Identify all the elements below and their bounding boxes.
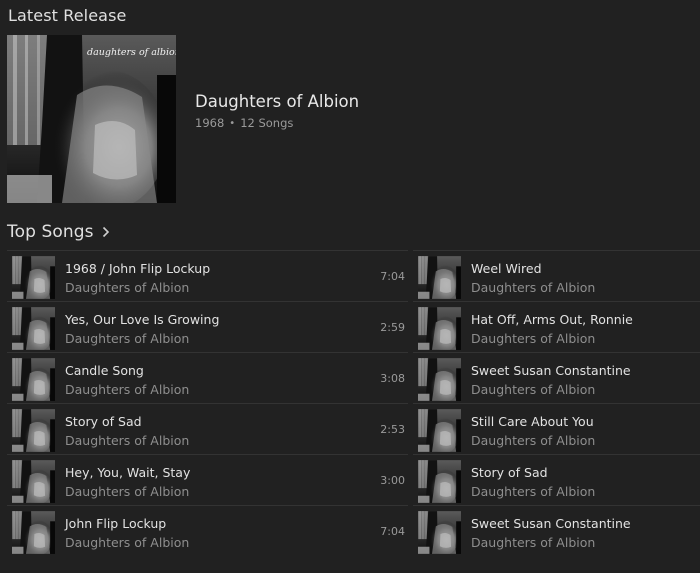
album-meta: 1968 • 12 Songs <box>195 116 359 130</box>
meta-separator: • <box>229 118 236 129</box>
song-row[interactable]: Hey, You, Wait, Stay Daughters of Albion… <box>7 454 408 505</box>
song-row[interactable]: 1968 / John Flip Lockup Daughters of Alb… <box>7 250 408 301</box>
song-artist[interactable]: Daughters of Albion <box>65 535 189 550</box>
top-songs-link[interactable]: Top Songs <box>7 222 110 242</box>
song-title: Candle Song <box>65 363 144 378</box>
latest-release-heading: Latest Release <box>8 6 127 25</box>
song-title: Weel Wired <box>471 261 542 276</box>
song-title: Story of Sad <box>471 465 548 480</box>
song-row[interactable]: John Flip Lockup Daughters of Albion 7:0… <box>7 505 408 556</box>
song-title: Sweet Susan Constantine <box>471 516 631 531</box>
song-artist[interactable]: Daughters of Albion <box>471 331 595 346</box>
album-title[interactable]: Daughters of Albion <box>195 92 359 111</box>
song-artwork <box>12 511 55 554</box>
song-row[interactable]: Weel Wired Daughters of Albion <box>413 250 700 301</box>
song-artist[interactable]: Daughters of Albion <box>65 382 189 397</box>
chevron-right-icon <box>102 226 110 238</box>
artist-page: Latest Release daughters of albion Daugh… <box>0 0 700 573</box>
song-artist[interactable]: Daughters of Albion <box>471 382 595 397</box>
song-title: 1968 / John Flip Lockup <box>65 261 211 276</box>
song-artwork <box>418 358 461 401</box>
song-row[interactable]: Sweet Susan Constantine Daughters of Alb… <box>413 352 700 403</box>
song-artist[interactable]: Daughters of Albion <box>65 484 189 499</box>
song-title: John Flip Lockup <box>65 516 167 531</box>
song-row[interactable]: Candle Song Daughters of Albion 3:08 <box>7 352 408 403</box>
songs-column-right: Weel Wired Daughters of Albion Hat Off, … <box>413 250 700 556</box>
album-info: Daughters of Albion 1968 • 12 Songs <box>195 92 359 130</box>
song-row[interactable]: Story of Sad Daughters of Albion 2:53 <box>7 403 408 454</box>
song-artist[interactable]: Daughters of Albion <box>471 535 595 550</box>
song-row[interactable]: Hat Off, Arms Out, Ronnie Daughters of A… <box>413 301 700 352</box>
song-artwork <box>12 256 55 299</box>
song-artwork <box>418 256 461 299</box>
song-artwork <box>12 409 55 452</box>
song-artwork <box>418 511 461 554</box>
song-artwork <box>12 307 55 350</box>
song-duration: 3:08 <box>380 372 405 385</box>
song-title: Hey, You, Wait, Stay <box>65 465 191 480</box>
song-row[interactable]: Yes, Our Love Is Growing Daughters of Al… <box>7 301 408 352</box>
song-artist[interactable]: Daughters of Albion <box>65 280 189 295</box>
song-title: Still Care About You <box>471 414 594 429</box>
song-duration: 2:53 <box>380 423 405 436</box>
song-title: Yes, Our Love Is Growing <box>65 312 220 327</box>
song-artist[interactable]: Daughters of Albion <box>471 433 595 448</box>
song-artwork <box>418 460 461 503</box>
album-year: 1968 <box>195 116 225 130</box>
song-row[interactable]: Story of Sad Daughters of Albion <box>413 454 700 505</box>
song-title: Hat Off, Arms Out, Ronnie <box>471 312 633 327</box>
song-row[interactable]: Sweet Susan Constantine Daughters of Alb… <box>413 505 700 556</box>
song-duration: 7:04 <box>380 270 405 283</box>
song-artist[interactable]: Daughters of Albion <box>471 484 595 499</box>
song-artwork <box>12 358 55 401</box>
song-title: Story of Sad <box>65 414 142 429</box>
album-cover[interactable]: daughters of albion <box>7 35 176 203</box>
top-songs-heading: Top Songs <box>7 222 94 242</box>
song-artist[interactable]: Daughters of Albion <box>65 433 189 448</box>
songs-column-left: 1968 / John Flip Lockup Daughters of Alb… <box>7 250 408 556</box>
cover-title-text: daughters of albion <box>87 47 176 58</box>
album-song-count: 12 Songs <box>240 116 294 130</box>
song-artist[interactable]: Daughters of Albion <box>471 280 595 295</box>
song-row[interactable]: Still Care About You Daughters of Albion <box>413 403 700 454</box>
song-duration: 7:04 <box>380 525 405 538</box>
song-title: Sweet Susan Constantine <box>471 363 631 378</box>
song-artwork <box>418 307 461 350</box>
song-artwork <box>12 460 55 503</box>
song-duration: 3:00 <box>380 474 405 487</box>
song-artist[interactable]: Daughters of Albion <box>65 331 189 346</box>
song-duration: 2:59 <box>380 321 405 334</box>
song-artwork <box>418 409 461 452</box>
